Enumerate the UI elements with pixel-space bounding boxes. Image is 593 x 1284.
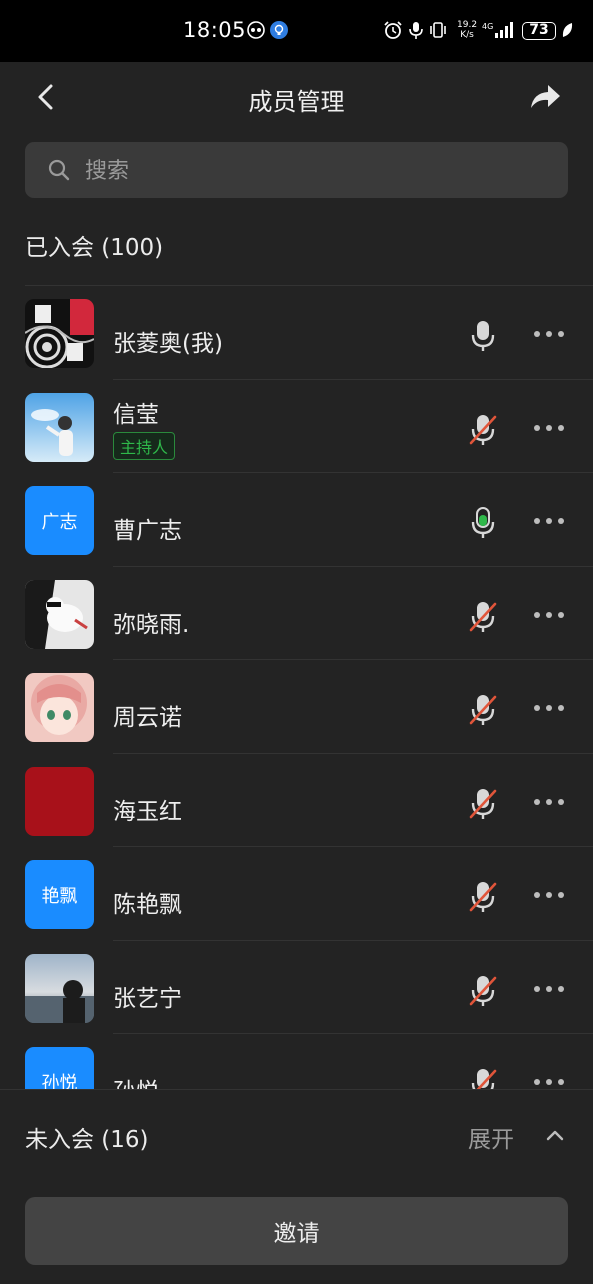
expand-button[interactable]: 展开 bbox=[468, 1120, 514, 1154]
mic-muted-icon[interactable] bbox=[469, 413, 497, 447]
mic-muted-icon[interactable] bbox=[469, 974, 497, 1008]
not-joined-section-title: 未入会 (16) bbox=[25, 1127, 149, 1153]
member-name: 曹广志 bbox=[113, 518, 182, 544]
mic-speaking-icon[interactable] bbox=[469, 506, 497, 540]
member-row[interactable]: 艳飘 陈艳飘 bbox=[0, 847, 593, 941]
member-name: 信莹 bbox=[113, 401, 159, 428]
more-icon[interactable] bbox=[533, 798, 565, 806]
leaf-icon bbox=[562, 23, 573, 37]
bulb-notification-icon bbox=[270, 21, 288, 39]
member-row[interactable]: 信莹 主持人 bbox=[0, 380, 593, 473]
more-icon[interactable] bbox=[533, 424, 565, 432]
more-icon[interactable] bbox=[533, 611, 565, 619]
member-name: 海玉红 bbox=[113, 798, 182, 825]
member-row[interactable]: 孙悦 孙悦 bbox=[0, 1034, 593, 1089]
more-icon[interactable] bbox=[533, 330, 565, 338]
mic-icon[interactable] bbox=[469, 319, 497, 353]
avatar: 广志 bbox=[25, 486, 94, 555]
mic-muted-icon[interactable] bbox=[469, 787, 497, 821]
avatar bbox=[25, 392, 94, 462]
chevron-up-icon[interactable] bbox=[545, 1126, 565, 1144]
app-notification-icon bbox=[247, 21, 265, 39]
vibrate-icon bbox=[430, 22, 446, 38]
member-name: 周云诺 bbox=[113, 705, 182, 731]
more-icon[interactable] bbox=[533, 891, 565, 899]
mic-muted-icon[interactable] bbox=[469, 1067, 497, 1089]
joined-section-title: 已入会 (100) bbox=[25, 235, 164, 261]
divider bbox=[0, 1089, 593, 1090]
avatar-initials: 广志 bbox=[41, 511, 78, 533]
status-time: 18:05 bbox=[183, 18, 247, 42]
host-badge: 主持人 bbox=[113, 431, 176, 460]
member-row[interactable]: 海玉红 bbox=[0, 754, 593, 847]
net-speed: 19.2 K/s bbox=[457, 20, 478, 40]
alarm-icon bbox=[384, 21, 402, 39]
member-row[interactable]: 广志 曹广志 bbox=[0, 473, 593, 567]
app-bar: 成员管理 bbox=[0, 62, 593, 132]
member-row[interactable]: 张菱奥(我) bbox=[0, 286, 593, 380]
member-name: 孙悦 bbox=[113, 1072, 159, 1089]
network-type: 4G bbox=[482, 22, 493, 31]
mic-muted-icon[interactable] bbox=[469, 693, 497, 727]
mic-muted-icon[interactable] bbox=[469, 600, 497, 634]
more-icon[interactable] bbox=[533, 1078, 565, 1086]
member-name: 张菱奥(我) bbox=[113, 331, 223, 357]
page-title: 成员管理 bbox=[248, 88, 345, 116]
member-row[interactable]: 张艺宁 bbox=[0, 941, 593, 1034]
more-icon[interactable] bbox=[533, 985, 565, 993]
avatar bbox=[25, 299, 94, 368]
status-bar: 18:05 19.2 K/s 4G 73 bbox=[0, 0, 593, 62]
avatar: 孙悦 bbox=[25, 1047, 94, 1089]
share-icon[interactable] bbox=[528, 80, 564, 114]
invite-button[interactable]: 邀请 bbox=[25, 1197, 568, 1265]
avatar bbox=[25, 579, 94, 649]
signal-icon: 4G bbox=[482, 22, 513, 38]
more-icon[interactable] bbox=[533, 517, 565, 525]
member-row[interactable]: 周云诺 bbox=[0, 660, 593, 754]
battery-icon: 73 bbox=[522, 22, 556, 40]
avatar-initials: 艳飘 bbox=[41, 885, 78, 907]
member-list[interactable]: 张菱奥(我) 信莹 主持人 广志 曹广志 弥晓雨. 周云诺 海玉红 艳飘 陈艳飘… bbox=[0, 286, 593, 1089]
member-row[interactable]: 弥晓雨. bbox=[0, 567, 593, 660]
more-icon[interactable] bbox=[533, 704, 565, 712]
search-input[interactable] bbox=[83, 142, 527, 200]
avatar-initials: 孙悦 bbox=[41, 1072, 78, 1090]
search-bar[interactable] bbox=[25, 142, 568, 200]
member-name: 张艺宁 bbox=[113, 985, 182, 1012]
search-icon bbox=[48, 159, 70, 181]
member-name: 陈艳飘 bbox=[113, 892, 182, 918]
avatar bbox=[25, 673, 94, 742]
mic-muted-icon[interactable] bbox=[469, 880, 497, 914]
avatar bbox=[25, 766, 94, 836]
avatar bbox=[25, 953, 94, 1023]
avatar: 艳飘 bbox=[25, 860, 94, 929]
member-name: 弥晓雨. bbox=[113, 611, 190, 638]
mic-status-icon bbox=[409, 22, 423, 39]
